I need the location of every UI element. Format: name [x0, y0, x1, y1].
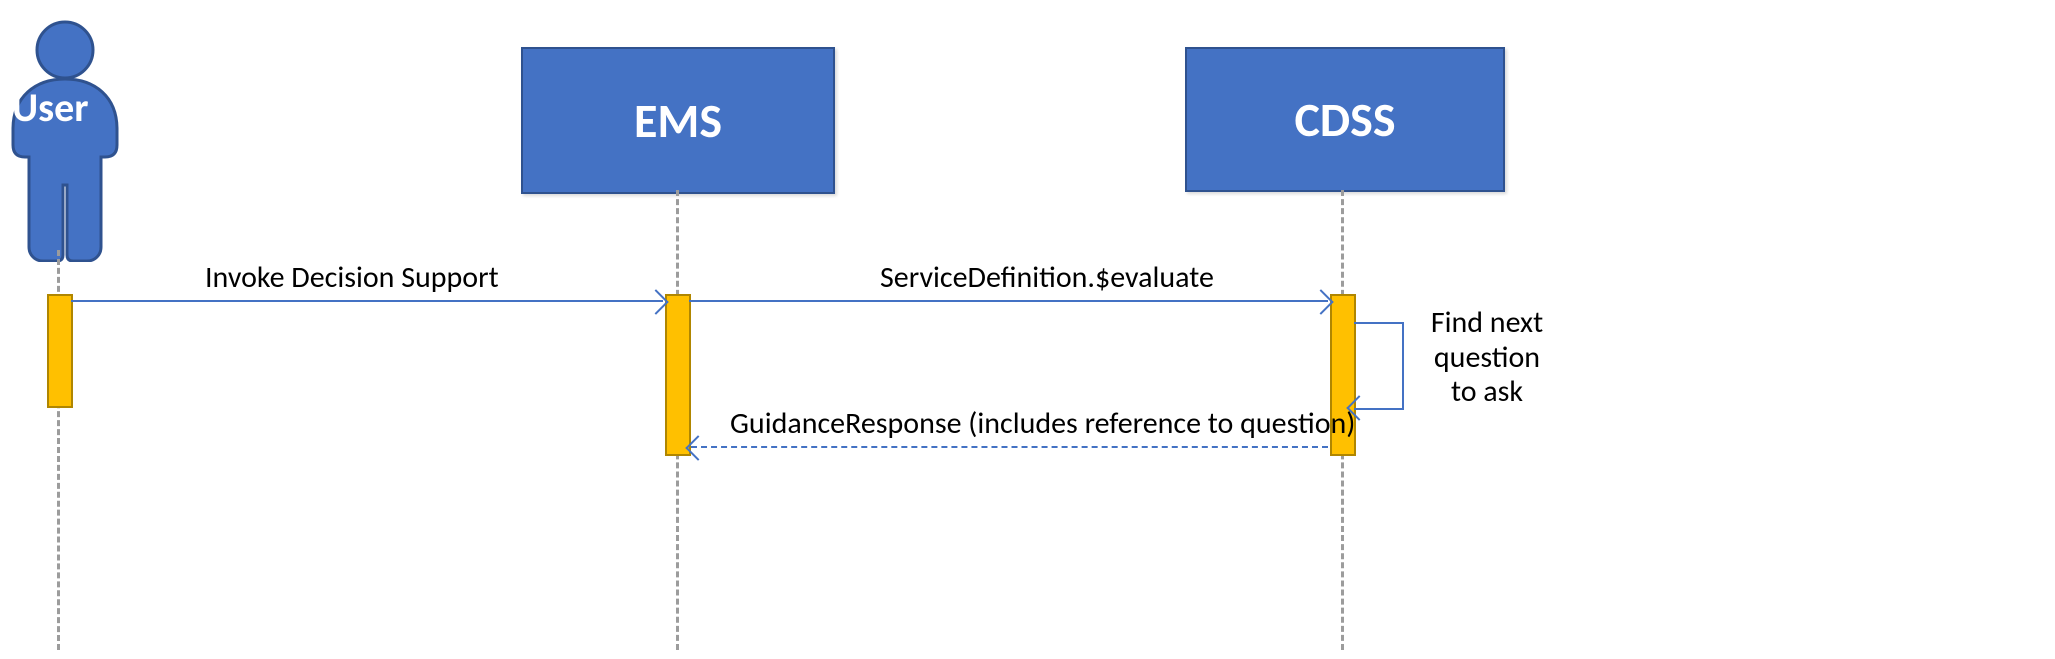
sequence-diagram: User EMS CDSS Invoke Decision Support Se… — [0, 0, 2055, 659]
selfcall-label-line1: Find next — [1431, 304, 1543, 341]
message-invoke-line — [71, 300, 663, 302]
selfcall-label-line2: question — [1434, 339, 1540, 376]
participant-ems-label: EMS — [634, 91, 722, 150]
message-invoke-label: Invoke Decision Support — [205, 259, 499, 296]
message-response-line — [691, 446, 1328, 448]
message-selfcall-loop — [1354, 322, 1404, 410]
user-icon — [5, 17, 125, 262]
participant-ems: EMS — [521, 47, 835, 194]
participant-cdss: CDSS — [1185, 47, 1505, 192]
message-response-label: GuidanceResponse (includes reference to … — [730, 405, 1355, 442]
message-evaluate-label: ServiceDefinition.$evaluate — [880, 259, 1214, 296]
participant-user — [5, 17, 125, 262]
participant-cdss-label: CDSS — [1294, 90, 1395, 149]
activation-ems — [665, 294, 691, 456]
activation-user — [47, 294, 73, 408]
message-evaluate-line — [689, 300, 1328, 302]
message-selfcall-label: Find next question to ask — [1412, 306, 1562, 410]
selfcall-label-line3: to ask — [1451, 373, 1523, 410]
